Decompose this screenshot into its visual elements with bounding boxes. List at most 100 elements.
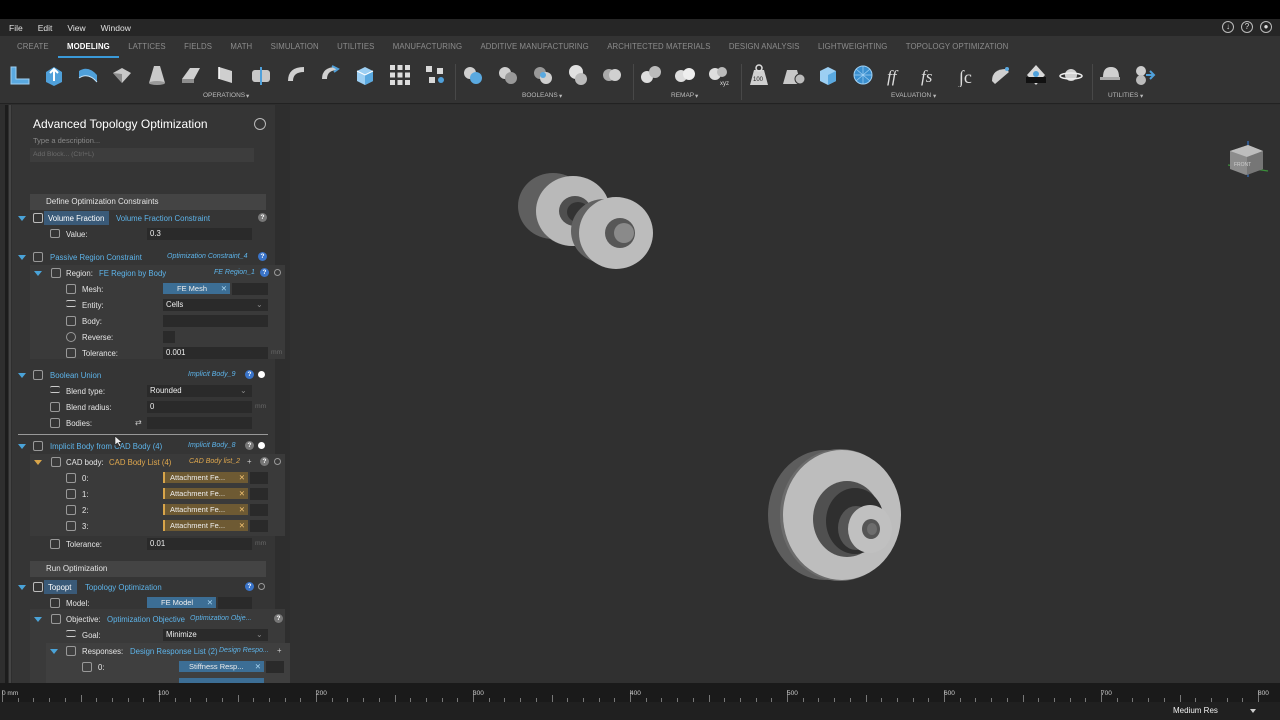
objective-type[interactable]: Optimization Objective — [107, 615, 185, 624]
cad-tolerance-input[interactable]: 0.01 — [147, 538, 252, 550]
remove-icon[interactable]: ✕ — [255, 661, 261, 672]
model-chip[interactable]: FE Model ✕ — [147, 597, 216, 608]
region-type[interactable]: FE Region by Body — [99, 269, 166, 278]
remove-icon[interactable]: ✕ — [239, 488, 245, 499]
tab-simulation[interactable]: SIMULATION — [261, 36, 327, 58]
help-icon[interactable]: ? — [1241, 21, 1253, 33]
block-type-topopt[interactable]: Topology Optimization — [85, 583, 162, 592]
panel-scrollbar[interactable] — [9, 105, 11, 683]
boolean-smooth-icon[interactable] — [600, 63, 624, 87]
boolean-union-icon[interactable] — [461, 63, 485, 87]
tab-manufacturing[interactable]: MANUFACTURING — [384, 36, 472, 58]
chevron-down-icon[interactable]: ▾ — [246, 92, 249, 100]
tab-lattices[interactable]: LATTICES — [119, 36, 175, 58]
remove-icon[interactable]: ✕ — [239, 504, 245, 515]
entity-select[interactable]: Cells — [163, 299, 268, 311]
help-icon[interactable]: ? — [245, 370, 254, 379]
remap-body-icon[interactable] — [673, 63, 697, 87]
collapse-triangle-icon[interactable] — [50, 649, 58, 654]
volume-fraction-value-input[interactable]: 0.3 — [147, 228, 252, 240]
tab-design-analysis[interactable]: DESIGN ANALYSIS — [720, 36, 809, 58]
chevron-down-icon[interactable]: ▾ — [933, 92, 936, 100]
collapse-triangle-icon[interactable] — [18, 585, 26, 590]
distance-icon[interactable] — [989, 63, 1013, 87]
block-output-boolean-union[interactable]: Implicit Body_9 — [188, 371, 235, 378]
tab-fields[interactable]: FIELDS — [175, 36, 221, 58]
twist-icon[interactable] — [318, 63, 342, 87]
block-name-boolean-union[interactable]: Boolean Union — [50, 371, 101, 380]
boolean-intersect-icon[interactable] — [531, 63, 555, 87]
help-icon[interactable]: ? — [245, 441, 254, 450]
tab-math[interactable]: MATH — [221, 36, 261, 58]
bend-icon[interactable] — [284, 63, 308, 87]
responses-output[interactable]: Design Respo... — [219, 647, 269, 654]
menu-view[interactable]: View — [67, 23, 85, 33]
body-input[interactable] — [163, 315, 268, 327]
menu-file[interactable]: File — [9, 23, 23, 33]
view-cube[interactable]: FRONT — [1227, 141, 1269, 177]
remap-field-icon[interactable] — [639, 63, 663, 87]
description-input[interactable]: Type a description... — [33, 136, 100, 145]
link-icon[interactable]: ⇄ — [135, 418, 142, 427]
add-icon[interactable]: + — [277, 646, 282, 655]
account-icon[interactable]: ● — [1260, 21, 1272, 33]
collapse-triangle-icon[interactable] — [34, 271, 42, 276]
scatter-pattern-icon[interactable] — [423, 63, 447, 87]
remap-xyz-icon[interactable]: xyz — [707, 63, 731, 87]
chevron-down-icon[interactable]: ⌄ — [240, 386, 247, 395]
chevron-down-icon[interactable]: ⌄ — [256, 300, 263, 309]
blend-radius-input[interactable]: 0 — [147, 401, 252, 413]
collapse-triangle-icon[interactable] — [18, 216, 26, 221]
pattern-grid-icon[interactable] — [388, 63, 412, 87]
resolution-select[interactable]: Medium Res — [1170, 704, 1262, 717]
help-icon[interactable]: ? — [258, 252, 267, 261]
tab-topology-optimization[interactable]: TOPOLOGY OPTIMIZATION — [897, 36, 1018, 58]
region-output[interactable]: FE Region_1 — [214, 269, 255, 276]
3d-viewport[interactable]: FRONT — [290, 105, 1280, 683]
help-icon[interactable]: ? — [258, 213, 267, 222]
blend-type-select[interactable]: Rounded — [147, 385, 252, 397]
help-icon[interactable]: ? — [260, 268, 269, 277]
block-type-volume-fraction[interactable]: Volume Fraction Constraint — [116, 214, 210, 223]
cad-item-chip[interactable]: Attachment Fe... ✕ — [163, 520, 248, 531]
bodies-input[interactable] — [147, 417, 252, 429]
offset-surface-icon[interactable] — [76, 63, 100, 87]
cad-body-output[interactable]: CAD Body list_2 — [189, 458, 240, 465]
shell-icon[interactable] — [110, 63, 134, 87]
add-icon[interactable]: + — [247, 457, 252, 466]
cone-icon[interactable] — [145, 63, 169, 87]
chevron-down-icon[interactable]: ▾ — [1140, 92, 1143, 100]
goal-select[interactable]: Minimize — [163, 629, 268, 641]
collapse-triangle-icon[interactable] — [34, 460, 42, 465]
cad-item-chip[interactable]: Attachment Fe... ✕ — [163, 504, 248, 515]
block-name-passive-region[interactable]: Passive Region Constraint — [50, 253, 142, 262]
tab-additive-manufacturing[interactable]: ADDITIVE MANUFACTURING — [471, 36, 598, 58]
thicken-icon[interactable] — [42, 63, 66, 87]
measure-weight-icon[interactable]: 100 — [747, 63, 771, 87]
block-output-passive-region[interactable]: Optimization Constraint_4 — [167, 253, 248, 260]
objective-output[interactable]: Optimization Obje... — [190, 615, 251, 622]
chevron-down-icon[interactable]: ▾ — [695, 92, 698, 100]
tolerance-input[interactable]: 0.001 — [163, 347, 268, 359]
collapse-triangle-icon[interactable] — [18, 255, 26, 260]
tab-architected-materials[interactable]: ARCHITECTED MATERIALS — [598, 36, 720, 58]
field-probe-icon[interactable]: ff — [886, 63, 910, 87]
planet-ring-icon[interactable] — [1059, 63, 1083, 87]
help-icon[interactable]: ? — [260, 457, 269, 466]
response-item-chip[interactable]: Stiffness Resp... ✕ — [179, 661, 264, 672]
mesh-chip[interactable]: FE Mesh ✕ — [163, 283, 230, 294]
small-ring-body[interactable] — [838, 505, 892, 553]
mass-properties-icon[interactable] — [782, 63, 806, 87]
bounding-box-icon[interactable] — [816, 63, 840, 87]
fillet-icon[interactable] — [179, 63, 203, 87]
collapse-triangle-icon[interactable] — [18, 444, 26, 449]
extrude-profile-icon[interactable] — [8, 63, 32, 87]
integrate-icon[interactable]: ∫c — [955, 63, 979, 87]
tab-utilities[interactable]: UTILITIES — [328, 36, 384, 58]
cad-item-chip[interactable]: Attachment Fe... ✕ — [163, 472, 248, 483]
download-icon[interactable]: ↓ — [1222, 21, 1234, 33]
block-name-topopt[interactable]: Topopt — [48, 583, 71, 592]
cad-item-chip[interactable]: Attachment Fe... ✕ — [163, 488, 248, 499]
section-view-icon[interactable] — [1024, 63, 1048, 87]
menu-edit[interactable]: Edit — [38, 23, 53, 33]
